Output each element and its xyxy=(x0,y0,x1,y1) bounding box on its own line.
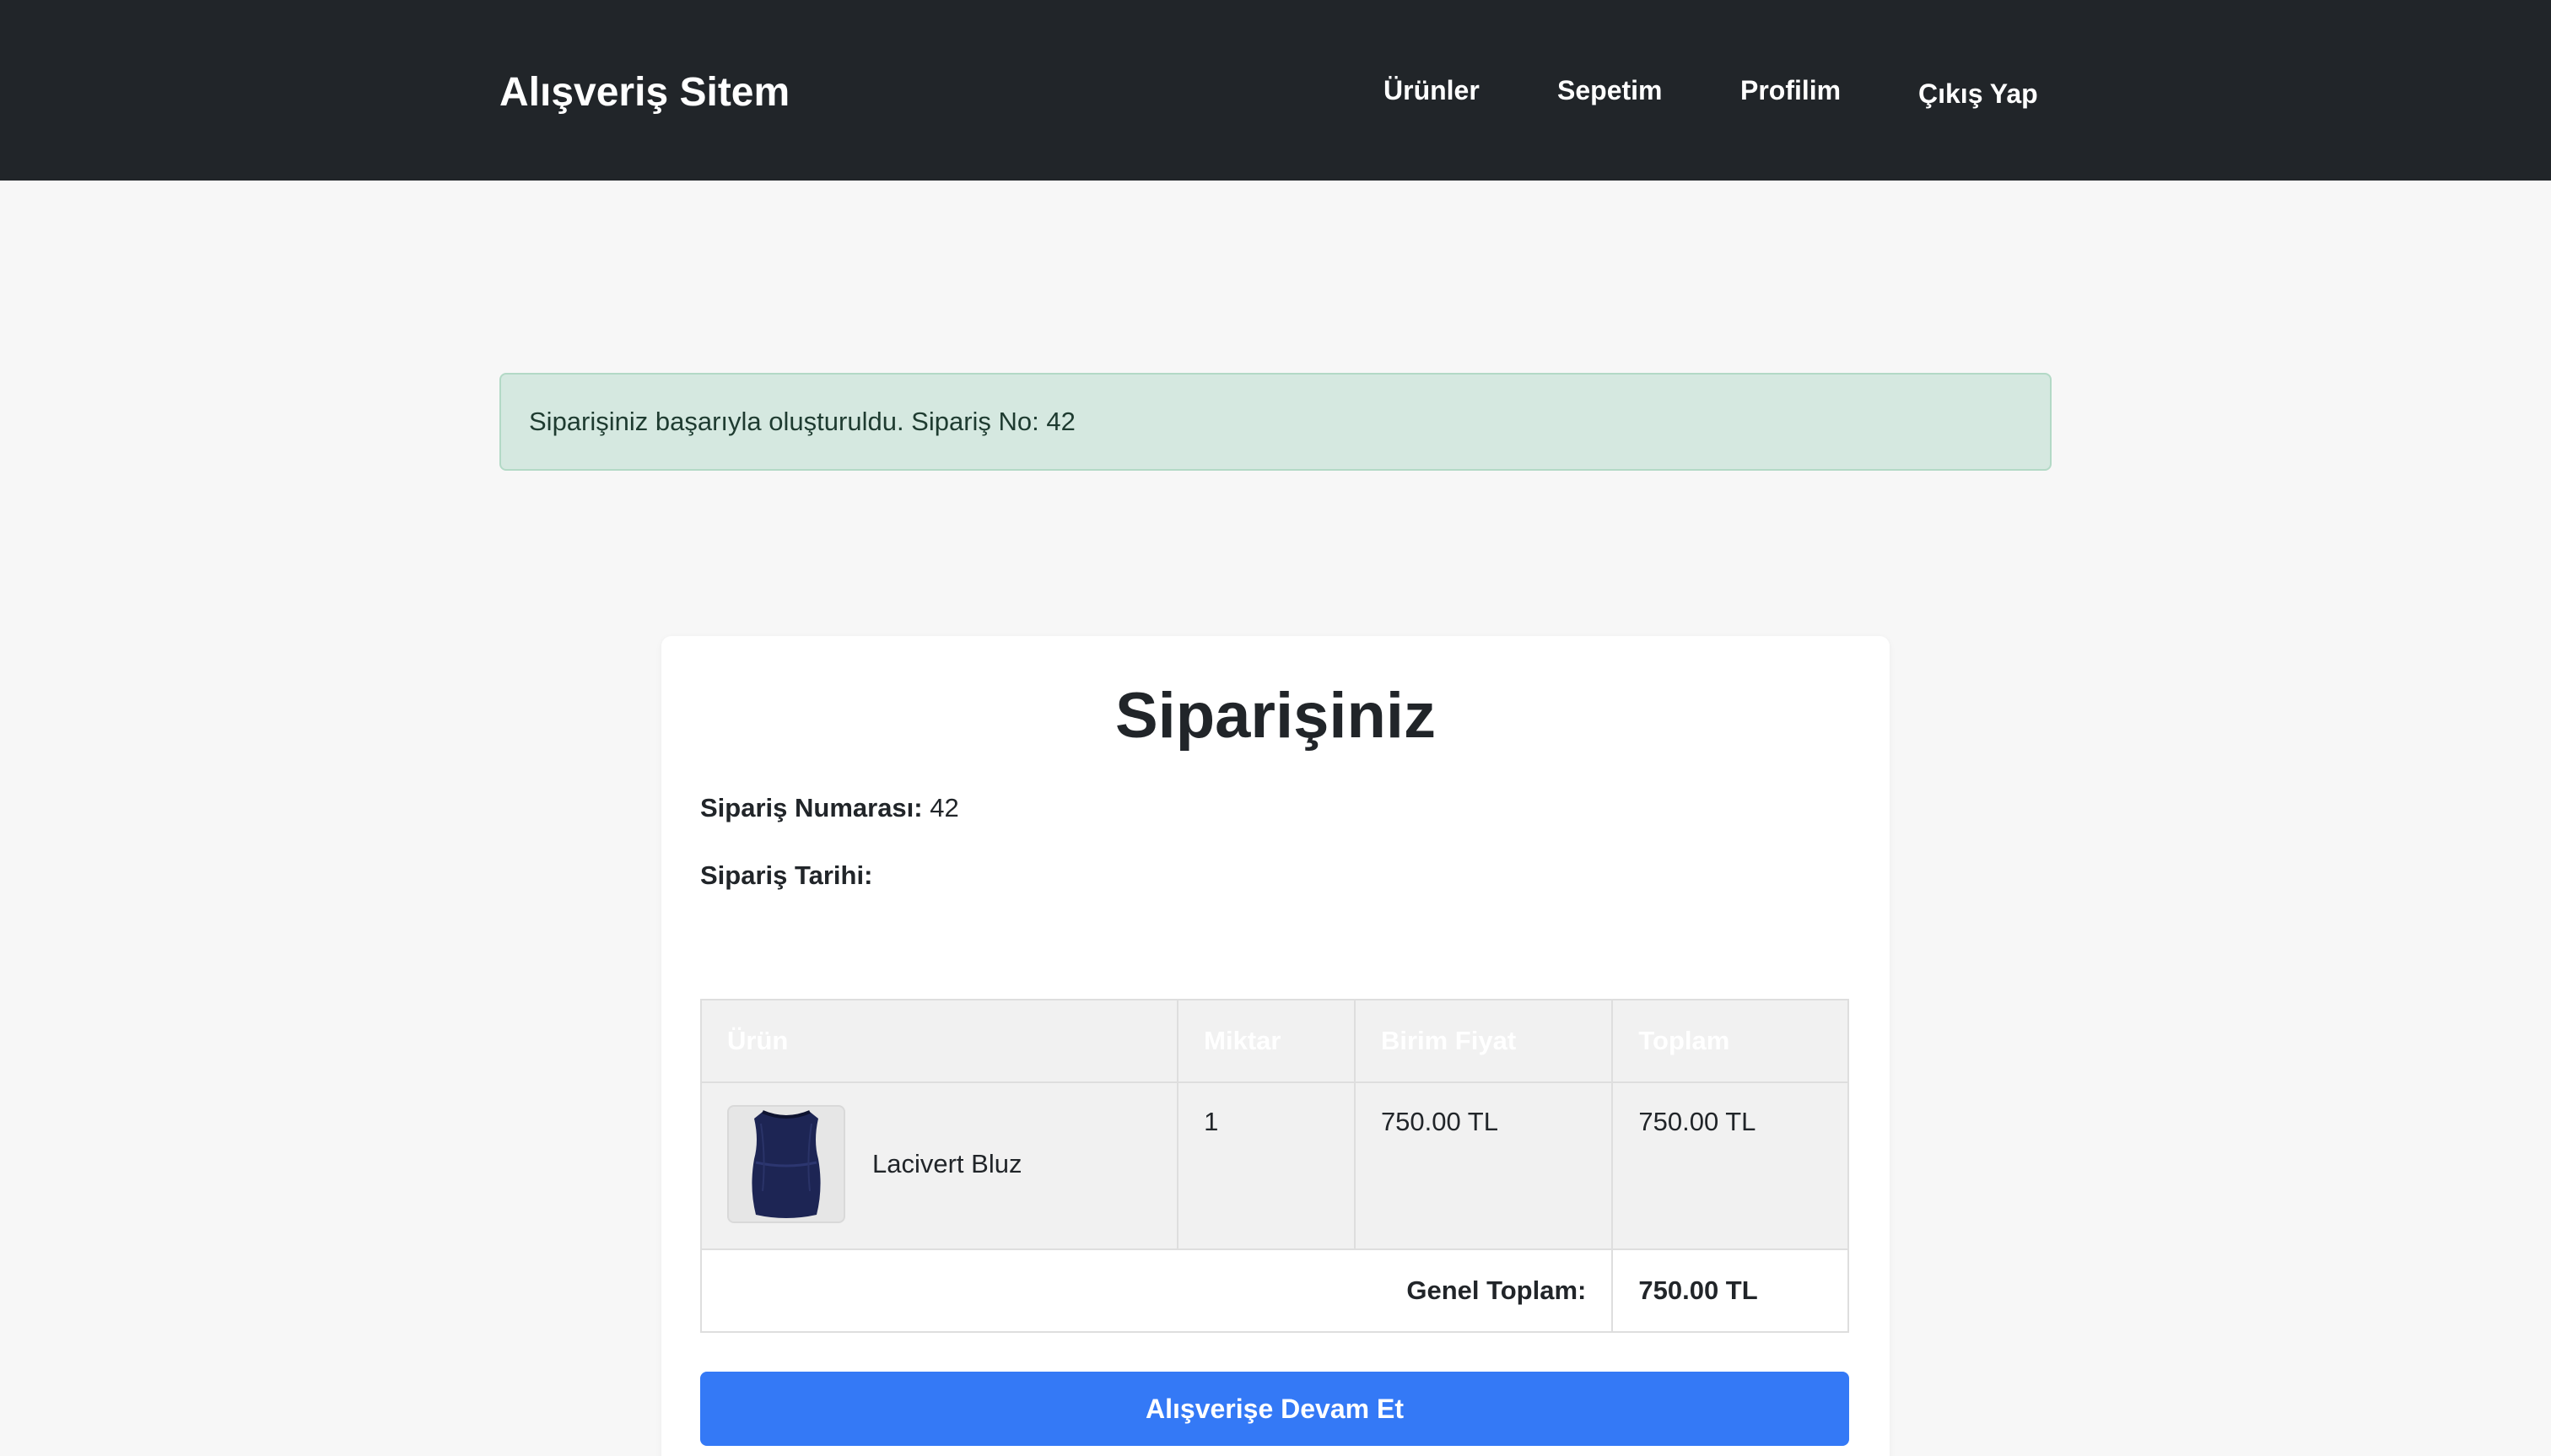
nav-link-products[interactable]: Ürünler xyxy=(1383,69,1480,111)
nav-link-cart[interactable]: Sepetim xyxy=(1557,69,1662,111)
column-header-total: Toplam xyxy=(1611,999,1849,1083)
column-header-product: Ürün xyxy=(699,999,1179,1083)
nav-link-logout[interactable]: Çıkış Yap xyxy=(1918,73,2038,115)
nav-link-profile[interactable]: Profilim xyxy=(1740,69,1841,111)
column-header-quantity: Miktar xyxy=(1177,999,1356,1083)
order-number-line: Sipariş Numarası: 42 xyxy=(700,791,959,825)
order-date-line: Sipariş Tarihi: xyxy=(700,859,872,892)
order-table: Ürün Miktar Birim Fiyat Toplam Lacivert … xyxy=(699,999,1849,1333)
page-title: Siparişiniz xyxy=(1114,680,1437,752)
grand-total-value: 750.00 TL xyxy=(1611,1248,1849,1333)
line-total-cell: 750.00 TL xyxy=(1611,1081,1849,1250)
brand-logo[interactable]: Alışveriş Sitem xyxy=(499,67,790,118)
table-header-row: Ürün Miktar Birim Fiyat Toplam xyxy=(699,999,1849,1083)
quantity-cell: 1 xyxy=(1177,1081,1356,1250)
order-number-label: Sipariş Numarası: xyxy=(700,793,923,822)
table-row: Lacivert Bluz 1 750.00 TL 750.00 TL xyxy=(699,1081,1849,1250)
continue-shopping-button[interactable]: Alışverişe Devam Et xyxy=(700,1372,1849,1446)
navbar: Alışveriş Sitem Ürünler Sepetim Profilim… xyxy=(0,0,2551,181)
unit-price-cell: 750.00 TL xyxy=(1353,1081,1614,1250)
order-number-value: 42 xyxy=(930,793,959,822)
navy-blouse-image xyxy=(727,1105,845,1223)
order-date-label: Sipariş Tarihi: xyxy=(700,860,873,890)
blouse-icon xyxy=(752,1110,821,1218)
product-name: Lacivert Bluz xyxy=(872,1149,1022,1178)
success-alert: Siparişiniz başarıyla oluşturuldu. Sipar… xyxy=(499,373,2052,471)
column-header-unit-price: Birim Fiyat xyxy=(1353,999,1614,1083)
grand-total-label: Genel Toplam: xyxy=(699,1248,1614,1333)
grand-total-row: Genel Toplam: 750.00 TL xyxy=(699,1248,1849,1333)
product-cell: Lacivert Bluz xyxy=(699,1081,1179,1250)
order-card: Siparişiniz Sipariş Numarası: 42 Sipariş… xyxy=(661,636,1890,1456)
